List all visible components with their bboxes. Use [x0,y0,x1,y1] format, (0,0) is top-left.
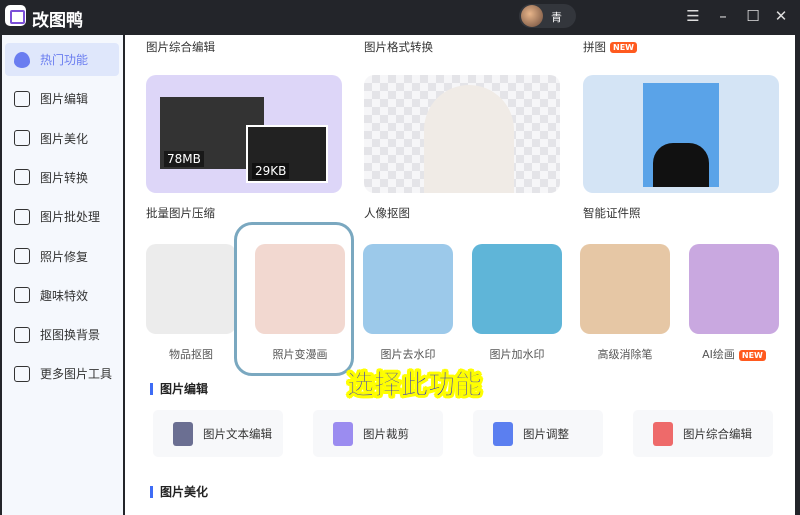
sidebar-item-label: 图片编辑 [40,92,89,107]
card-small-3[interactable] [472,244,562,334]
small-card-label: 图片去水印 [363,346,453,362]
small-card-text: 图片加水印 [489,348,545,361]
user-profile-button[interactable]: 青 [519,4,576,28]
sidebar-item-0[interactable]: 热门功能 [5,43,119,76]
tool-label: 图片裁剪 [363,426,409,441]
label-format-convert[interactable]: 图片格式转换 [364,39,433,55]
collage-text: 拼图 [583,40,606,54]
small-card-label: 图片加水印 [472,346,562,362]
id-photo-image [643,83,719,187]
label-portrait-cutout: 人像抠图 [364,206,410,220]
small-card-text: 高级消除笔 [597,348,653,361]
label-id-photo: 智能证件照 [583,206,641,220]
small-card-label: AI绘画 NEW [689,346,779,362]
app-logo-icon [5,5,26,26]
tool-label: 图片综合编辑 [683,426,752,441]
label-collage[interactable]: 拼图 NEW [583,39,637,55]
sidebar-item-8[interactable]: 更多图片工具 [5,357,119,390]
tool-label: 图片文本编辑 [203,426,272,441]
portrait-image [424,85,514,193]
small-card-label: 高级消除笔 [580,346,670,362]
adjust-icon [493,421,513,446]
minimize-icon[interactable]: – [713,7,733,25]
tool-button-2[interactable]: 图片调整 [473,410,603,457]
tool-button-1[interactable]: 图片裁剪 [313,410,443,457]
card-portrait-cutout[interactable] [364,75,560,193]
tool-button-3[interactable]: 图片综合编辑 [633,410,773,457]
sidebar-item-label: 照片修复 [40,249,89,264]
label-image-composite-edit[interactable]: 图片综合编辑 [146,39,215,55]
menu-icon[interactable]: ☰ [683,7,703,25]
maximize-icon[interactable]: ☐ [743,7,763,25]
small-card-text: 物品抠图 [169,348,213,361]
magic-wand-icon [14,287,30,304]
card-small-4[interactable] [580,244,670,334]
title-bar: 改图鸭 青 ☰ – ☐ ✕ [0,0,800,35]
sidebar-item-5[interactable]: 照片修复 [5,240,119,273]
sidebar-item-label: 图片批处理 [40,210,101,225]
label-batch-compress: 批量图片压缩 [146,206,215,220]
sidebar-item-4[interactable]: 图片批处理 [5,200,119,233]
new-badge: NEW [738,349,766,361]
avatar [521,5,543,27]
small-card-text: 图片去水印 [380,348,436,361]
sidebar-item-label: 抠图换背景 [40,328,101,343]
crop-icon [333,421,353,446]
batch-icon [14,208,30,225]
sidebar-item-7[interactable]: 抠图换背景 [5,318,119,351]
app-title: 改图鸭 [32,11,83,31]
card-small-2[interactable] [363,244,453,334]
sidebar-item-label: 图片美化 [40,131,89,146]
image-composite-icon [653,421,673,446]
tool-button-0[interactable]: 图片文本编辑 [153,410,283,457]
size-after: 29KB [252,163,290,179]
highlight-annotation [234,222,354,376]
sidebar-item-6[interactable]: 趣味特效 [5,279,119,312]
section-title-edit: 图片编辑 [150,383,208,395]
user-name: 青 [551,11,562,24]
image-edit-icon [14,90,30,107]
sidebar-item-3[interactable]: 图片转换 [5,161,119,194]
card-small-0[interactable] [146,244,236,334]
sidebar-item-label: 图片转换 [40,170,89,185]
sidebar-item-1[interactable]: 图片编辑 [5,82,119,115]
annotation-text: 选择此功能 [347,370,483,402]
sidebar-item-2[interactable]: 图片美化 [5,122,119,155]
main-content: 图片综合编辑 图片格式转换 拼图 NEW 78MB 29KB 批量图片压缩 人像抠… [125,35,795,515]
text-edit-icon [173,421,193,446]
small-card-label: 物品抠图 [146,346,236,362]
sidebar: 热门功能图片编辑图片美化图片转换图片批处理照片修复趣味特效抠图换背景更多图片工具 [0,35,123,515]
small-card-text: AI绘画 [702,348,735,361]
sidebar-item-label: 热门功能 [40,53,89,67]
sidebar-item-label: 更多图片工具 [40,367,113,382]
image-beautify-icon [14,130,30,147]
card-batch-compress[interactable]: 78MB 29KB [146,75,342,193]
section-title-beautify: 图片美化 [150,486,208,498]
fire-icon [14,51,30,68]
toolbox-icon [14,365,30,382]
size-before: 78MB [164,151,204,167]
scrollbar[interactable] [795,35,800,515]
tool-label: 图片调整 [523,426,569,441]
close-icon[interactable]: ✕ [771,7,791,25]
cutout-icon [14,326,30,343]
image-after: 29KB [246,125,328,183]
photo-repair-icon [14,248,30,264]
convert-icon [14,169,30,186]
sidebar-item-label: 趣味特效 [40,288,89,303]
card-small-5[interactable] [689,244,779,334]
card-id-photo[interactable] [583,75,779,193]
new-badge: NEW [610,42,637,53]
